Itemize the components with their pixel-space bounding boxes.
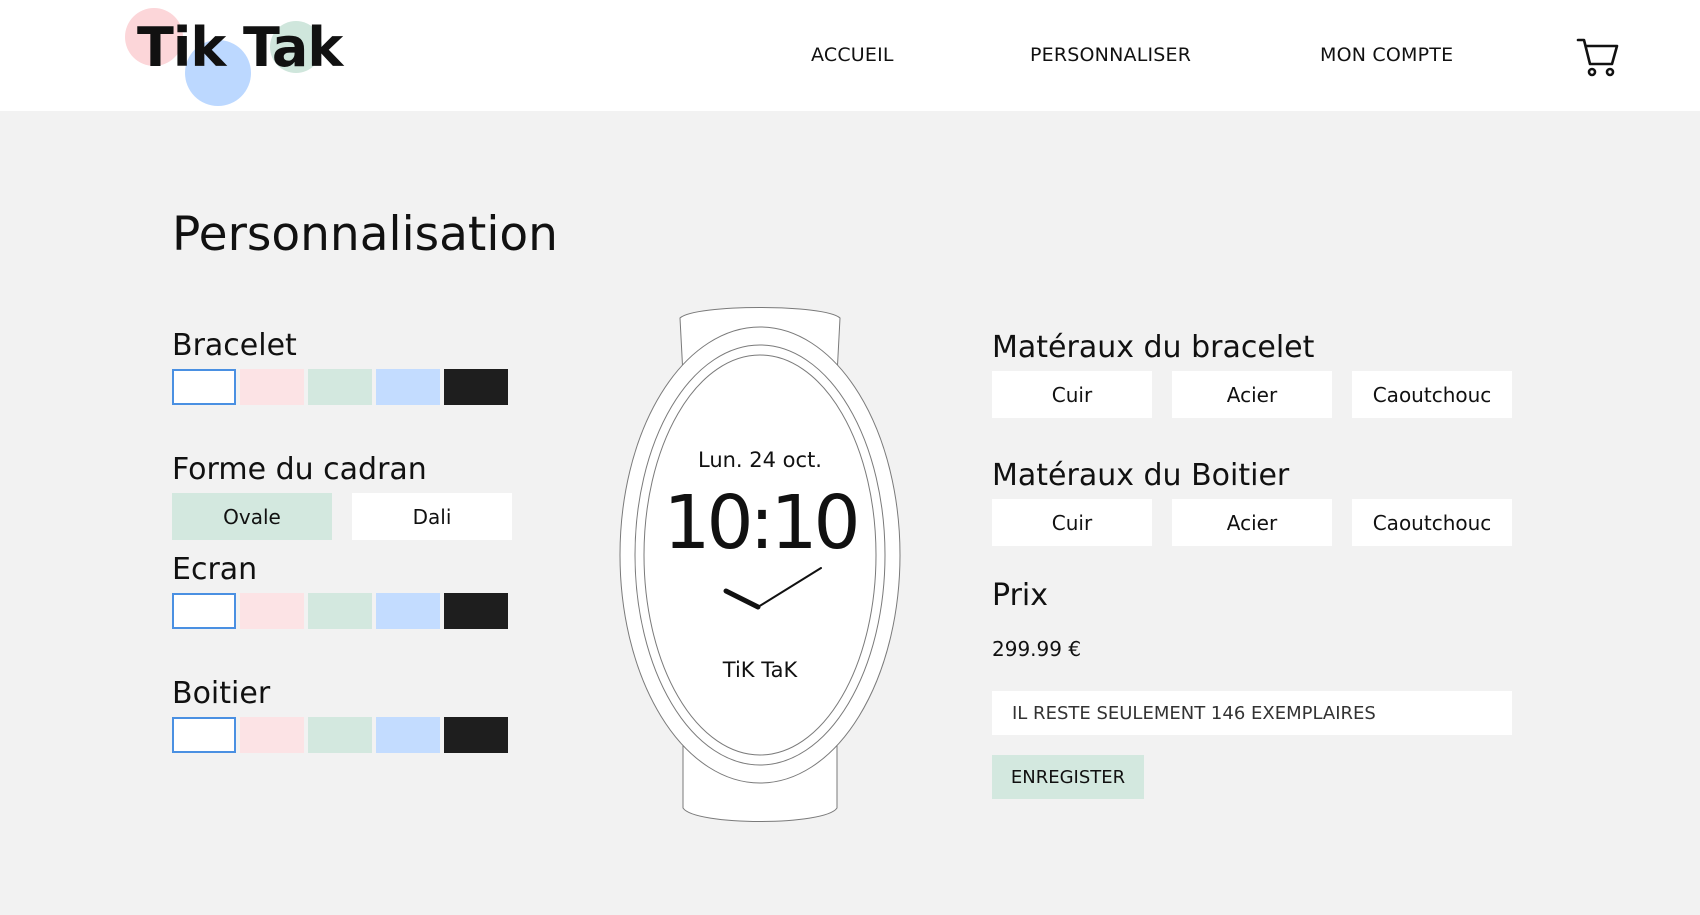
stock-notice: IL RESTE SEULEMENT 146 EXEMPLAIRES [992,691,1512,735]
case-swatch-blue[interactable] [376,717,440,753]
case-material-cuir[interactable]: Cuir [992,499,1152,546]
bracelet-label: Bracelet [172,328,297,363]
bracelet-material-cuir[interactable]: Cuir [992,371,1152,418]
watch-preview: Lun. 24 oct. 10:10 TiK TaK [615,300,905,830]
case-swatch-black[interactable] [444,717,508,753]
logo-text: Tik Tak [137,16,343,79]
screen-color-swatches [172,593,512,629]
dial-shape-ovale-button[interactable]: Ovale [172,493,332,540]
case-swatch-white[interactable] [172,717,236,753]
bracelet-material-acier[interactable]: Acier [1172,371,1332,418]
case-label: Boitier [172,676,271,711]
case-material-acier[interactable]: Acier [1172,499,1332,546]
bracelet-swatch-black[interactable] [444,369,508,405]
case-color-swatches [172,717,512,753]
dial-shape-label: Forme du cadran [172,452,427,487]
shopping-cart-icon[interactable] [1575,34,1621,80]
screen-swatch-white[interactable] [172,593,236,629]
bracelet-swatch-mint[interactable] [308,369,372,405]
bracelet-swatch-white[interactable] [172,369,236,405]
top-header: Tik Tak ACCUEIL PERSONNALISER MON COMPTE [0,0,1700,111]
screen-swatch-mint[interactable] [308,593,372,629]
case-swatch-pink[interactable] [240,717,304,753]
bracelet-swatch-blue[interactable] [376,369,440,405]
nav-accueil[interactable]: ACCUEIL [811,44,894,66]
screen-swatch-blue[interactable] [376,593,440,629]
price-value: 299.99 € [992,637,1082,661]
dial-shape-dali-button[interactable]: Dali [352,493,512,540]
screen-label: Ecran [172,552,258,587]
case-material-caoutchouc[interactable]: Caoutchouc [1352,499,1512,546]
case-material-label: Matéraux du Boitier [992,458,1290,493]
bracelet-color-swatches [172,369,512,405]
screen-swatch-pink[interactable] [240,593,304,629]
watch-date: Lun. 24 oct. [697,448,822,472]
case-swatch-mint[interactable] [308,717,372,753]
save-button[interactable]: ENREGISTER [992,755,1144,799]
price-label: Prix [992,578,1048,613]
bracelet-material-caoutchouc[interactable]: Caoutchouc [1352,371,1512,418]
watch-brand: TiK TaK [722,658,798,682]
screen-swatch-black[interactable] [444,593,508,629]
page-title: Personnalisation [172,207,558,262]
logo[interactable]: Tik Tak [125,8,345,108]
watch-time: 10:10 [663,480,860,566]
bracelet-swatch-pink[interactable] [240,369,304,405]
nav-mon-compte[interactable]: MON COMPTE [1320,44,1453,66]
bracelet-material-label: Matéraux du bracelet [992,330,1315,365]
nav-personnaliser[interactable]: PERSONNALISER [1030,44,1191,66]
